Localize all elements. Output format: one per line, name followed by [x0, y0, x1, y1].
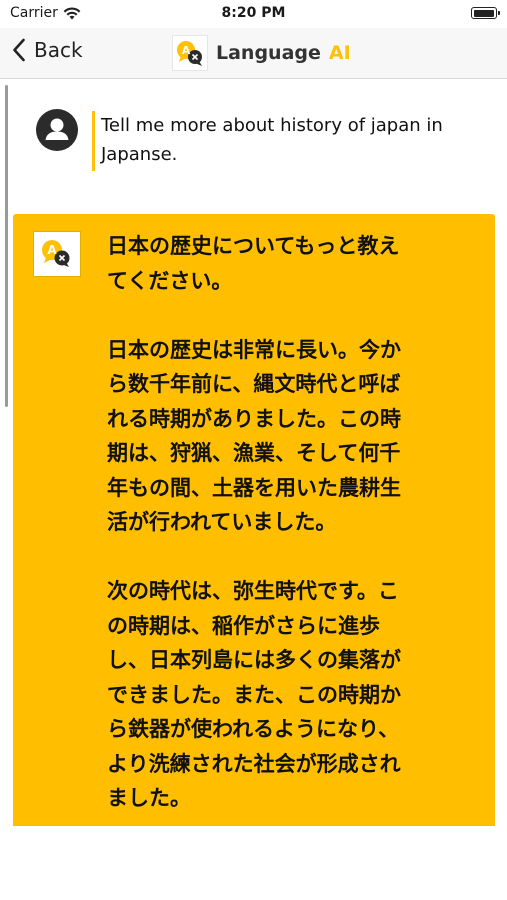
battery-icon: [471, 7, 500, 19]
ai-paragraph: 次の時代は、弥生時代です。こ の時期は、稲作がさらに進歩 し、日本列島には多くの…: [107, 579, 401, 810]
translate-icon: A: [177, 41, 202, 66]
user-avatar: [36, 109, 78, 151]
translate-icon: A: [42, 240, 70, 267]
app-title-main: Language: [216, 42, 321, 64]
ai-message-text: 日本の歴史についてもっと教え てください。 日本の歴史は非常に長い。今か ら数千…: [107, 229, 467, 816]
ai-paragraph: 日本の歴史は非常に長い。今か ら数千年前に、縄文時代と呼ば れる時期がありました…: [107, 337, 401, 535]
app-logo: A: [172, 35, 208, 71]
person-icon: [45, 118, 69, 140]
status-bar: Carrier 8:20 PM: [0, 0, 507, 28]
scroll-indicator[interactable]: [5, 85, 8, 407]
app-title: A Language AI: [172, 35, 351, 71]
chevron-left-icon: [13, 38, 25, 62]
back-label: Back: [34, 38, 83, 62]
app-title-accent: AI: [328, 42, 351, 64]
ai-message: A 日本の歴史についてもっと教え てください。 日本の歴史は非常に長い。今か ら…: [13, 214, 495, 826]
battery-level: [473, 9, 494, 17]
ai-paragraph: 日本の歴史についてもっと教え てください。: [107, 234, 400, 293]
chat-area[interactable]: Tell me more about history of japan in J…: [0, 79, 507, 900]
back-button[interactable]: Back: [12, 38, 83, 62]
ai-avatar: A: [33, 231, 81, 277]
user-message-text: Tell me more about history of japan in J…: [101, 115, 443, 165]
navigation-bar: Back A Language AI: [0, 28, 507, 79]
user-message-accent-bar: [92, 111, 95, 171]
status-time: 8:20 PM: [221, 5, 286, 21]
svg-text:A: A: [182, 44, 191, 57]
svg-text:A: A: [47, 243, 57, 257]
